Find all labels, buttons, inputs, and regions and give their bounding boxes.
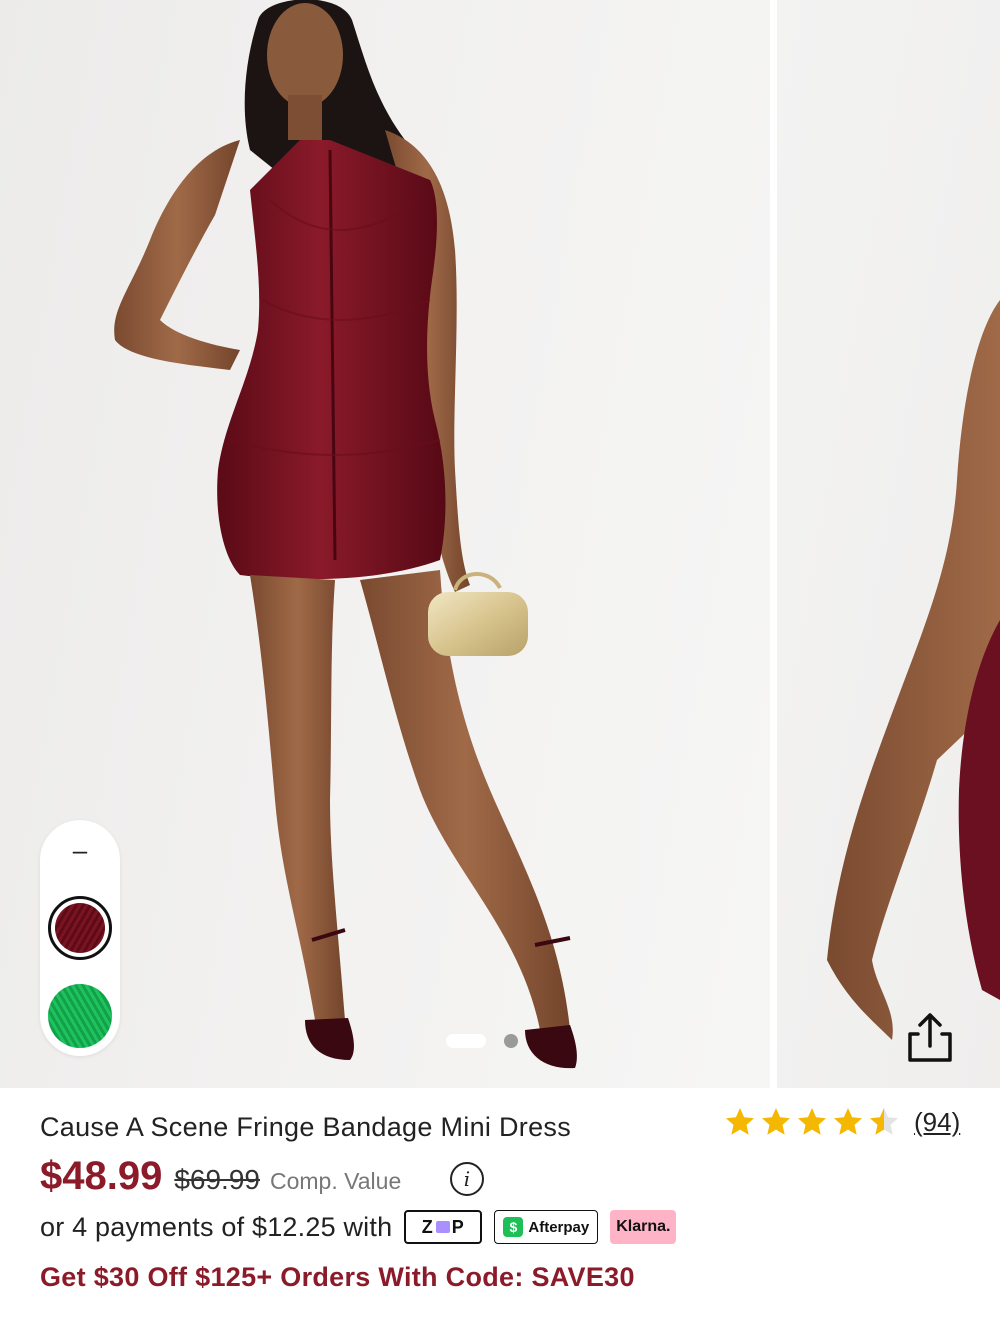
installment-row: or 4 payments of $12.25 with ZP $ Afterp… bbox=[40, 1210, 677, 1244]
product-image-2[interactable] bbox=[777, 0, 1000, 1088]
model-photo-partial bbox=[827, 300, 1000, 1040]
star-icon bbox=[834, 1108, 862, 1135]
zip-logo-z: Z bbox=[421, 1216, 434, 1237]
info-icon[interactable]: i bbox=[450, 1162, 484, 1196]
product-info: Cause A Scene Fringe Bandage Mini Dress … bbox=[0, 1088, 1000, 1333]
swatch-collapse-button[interactable]: – bbox=[40, 832, 120, 868]
klarna-badge[interactable]: Klarna. bbox=[610, 1210, 677, 1244]
price-row: $48.99 $69.99 Comp. Value i bbox=[40, 1154, 484, 1199]
star-icon bbox=[726, 1108, 754, 1135]
carousel-dot[interactable] bbox=[504, 1034, 518, 1048]
afterpay-dollar-icon: $ bbox=[503, 1217, 524, 1237]
share-icon bbox=[908, 1013, 952, 1062]
review-count-link[interactable]: (94) bbox=[914, 1107, 960, 1138]
star-icon bbox=[798, 1108, 826, 1135]
star-icon bbox=[762, 1108, 790, 1135]
zip-logo-mark bbox=[435, 1221, 450, 1233]
zip-badge[interactable]: ZP bbox=[404, 1210, 483, 1244]
comp-value-label: Comp. Value bbox=[269, 1168, 402, 1194]
installment-text: or 4 payments of $12.25 with bbox=[40, 1211, 393, 1242]
swatch-green[interactable] bbox=[48, 984, 112, 1048]
sale-price: $48.99 bbox=[40, 1154, 163, 1198]
carousel-pagination bbox=[446, 1034, 518, 1048]
star-icon bbox=[870, 1108, 898, 1135]
carousel-dot-active[interactable] bbox=[446, 1034, 486, 1048]
zip-logo-p: P bbox=[451, 1216, 465, 1237]
original-price: $69.99 bbox=[174, 1164, 260, 1195]
swatch-burgundy[interactable] bbox=[48, 896, 112, 960]
rating-stars bbox=[724, 1106, 900, 1138]
share-button[interactable] bbox=[902, 1010, 958, 1066]
product-image-carousel[interactable]: – bbox=[0, 0, 1000, 1088]
promo-banner[interactable]: Get $30 Off $125+ Orders With Code: SAVE… bbox=[40, 1262, 635, 1293]
product-title: Cause A Scene Fringe Bandage Mini Dress bbox=[40, 1112, 571, 1142]
color-swatch-picker: – bbox=[40, 820, 120, 1056]
afterpay-badge[interactable]: $ Afterpay bbox=[494, 1210, 599, 1244]
product-rating[interactable]: (94) bbox=[724, 1106, 960, 1138]
afterpay-label: Afterpay bbox=[528, 1218, 590, 1236]
swatch-burgundy-fill bbox=[55, 903, 105, 953]
